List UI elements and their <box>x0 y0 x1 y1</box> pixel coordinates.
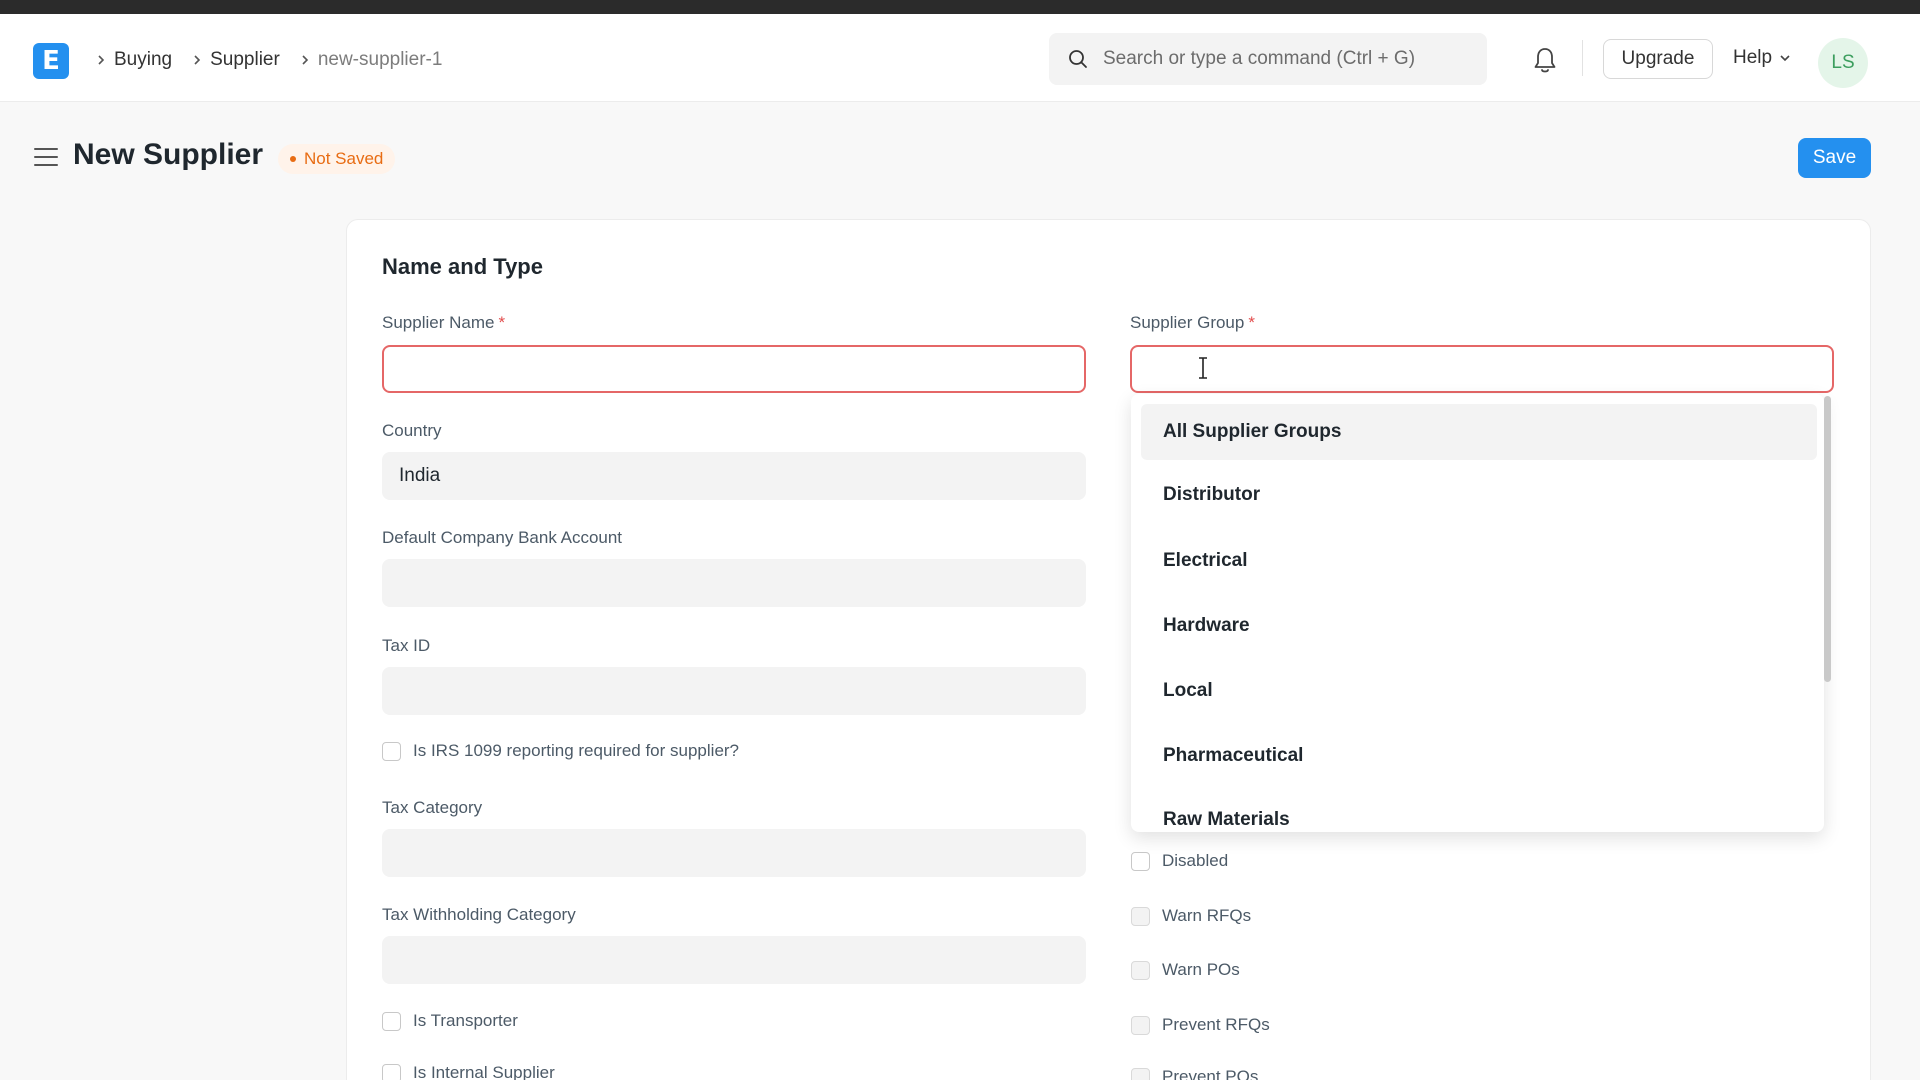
supplier-name-label: Supplier Name * <box>382 313 505 333</box>
prevent-rfqs-checkbox-row[interactable]: Prevent RFQs <box>1131 1015 1270 1035</box>
disabled-checkbox-row[interactable]: Disabled <box>1131 851 1228 871</box>
navbar: E Buying Supplier new-supplier-1 Search … <box>0 14 1920 102</box>
required-marker: * <box>498 313 506 332</box>
breadcrumb-buying[interactable]: Buying <box>114 49 172 71</box>
status-text: Not Saved <box>304 149 384 168</box>
tax-withholding-category-field[interactable] <box>382 936 1086 984</box>
tax-category-field[interactable] <box>382 829 1086 877</box>
help-menu[interactable]: Help <box>1733 47 1792 69</box>
prevent-rfqs-checkbox[interactable] <box>1131 1015 1150 1035</box>
menu-icon[interactable] <box>33 146 59 168</box>
dropdown-option[interactable]: Electrical <box>1141 533 1817 589</box>
dropdown-option[interactable]: Raw Materials <box>1141 792 1817 832</box>
text-cursor-icon <box>1199 357 1207 379</box>
help-label: Help <box>1733 47 1773 68</box>
is-internal-supplier-label: Is Internal Supplier <box>413 1063 555 1080</box>
tax-withholding-category-label: Tax Withholding Category <box>382 905 576 924</box>
page-title: New Supplier <box>73 138 264 171</box>
prevent-pos-label: Prevent POs <box>1162 1067 1259 1080</box>
prevent-pos-checkbox[interactable] <box>1131 1067 1150 1080</box>
warn-pos-checkbox[interactable] <box>1131 960 1150 980</box>
is-internal-supplier-checkbox[interactable] <box>382 1063 401 1080</box>
supplier-group-label-text: Supplier Group <box>1130 313 1245 332</box>
supplier-name-label-text: Supplier Name <box>382 313 495 332</box>
search-input[interactable]: Search or type a command (Ctrl + G) <box>1049 33 1487 85</box>
search-icon <box>1069 50 1087 68</box>
window-top-strip <box>0 0 1920 14</box>
prevent-pos-checkbox-row[interactable]: Prevent POs <box>1131 1067 1258 1080</box>
tax-id-field[interactable] <box>382 667 1086 715</box>
irs-1099-checkbox-row[interactable]: Is IRS 1099 reporting required for suppl… <box>382 741 739 761</box>
supplier-group-dropdown: All Supplier Groups Distributor Electric… <box>1131 394 1824 832</box>
supplier-name-field[interactable] <box>382 345 1086 393</box>
save-button[interactable]: Save <box>1798 138 1871 178</box>
chevron-down-icon <box>1780 55 1790 62</box>
disabled-checkbox[interactable] <box>1131 851 1150 871</box>
upgrade-button[interactable]: Upgrade <box>1603 39 1713 79</box>
chevron-right-icon <box>88 54 114 66</box>
bell-icon[interactable] <box>1531 45 1559 75</box>
warn-rfqs-checkbox[interactable] <box>1131 906 1150 926</box>
disabled-label: Disabled <box>1162 851 1229 870</box>
status-dot <box>290 156 296 162</box>
supplier-group-label: Supplier Group * <box>1130 313 1255 333</box>
tax-id-label: Tax ID <box>382 636 431 655</box>
avatar[interactable]: LS <box>1818 38 1868 88</box>
warn-rfqs-label: Warn RFQs <box>1162 906 1252 925</box>
irs-1099-label: Is IRS 1099 reporting required for suppl… <box>413 741 740 760</box>
section-title: Name and Type <box>382 254 543 279</box>
dropdown-scrollbar[interactable] <box>1824 396 1831 682</box>
warn-pos-label: Warn POs <box>1162 960 1240 979</box>
prevent-rfqs-label: Prevent RFQs <box>1162 1015 1270 1034</box>
tax-category-label: Tax Category <box>382 798 483 817</box>
breadcrumb-supplier[interactable]: Supplier <box>210 49 280 71</box>
dropdown-option[interactable]: Pharmaceutical <box>1141 728 1817 784</box>
default-bank-account-field[interactable] <box>382 559 1086 607</box>
is-transporter-checkbox[interactable] <box>382 1011 401 1031</box>
required-marker: * <box>1248 313 1255 332</box>
is-transporter-checkbox-row[interactable]: Is Transporter <box>382 1011 518 1031</box>
is-transporter-label: Is Transporter <box>413 1011 518 1030</box>
dropdown-option[interactable]: All Supplier Groups <box>1141 404 1817 460</box>
status-badge: Not Saved <box>278 144 396 174</box>
dropdown-option[interactable]: Local <box>1141 663 1817 719</box>
warn-rfqs-checkbox-row[interactable]: Warn RFQs <box>1131 906 1251 926</box>
country-field[interactable]: India <box>382 452 1086 500</box>
country-label: Country <box>382 421 442 440</box>
nav-divider <box>1582 40 1583 76</box>
irs-1099-checkbox[interactable] <box>382 741 401 761</box>
chevron-right-icon <box>184 54 210 66</box>
default-bank-account-label: Default Company Bank Account <box>382 528 623 547</box>
app-logo[interactable]: E <box>33 43 69 79</box>
warn-pos-checkbox-row[interactable]: Warn POs <box>1131 960 1240 980</box>
dropdown-option[interactable]: Distributor <box>1141 467 1817 523</box>
dropdown-option[interactable]: Hardware <box>1141 598 1817 654</box>
supplier-group-field[interactable] <box>1130 345 1834 393</box>
chevron-right-icon <box>292 54 318 66</box>
search-placeholder: Search or type a command (Ctrl + G) <box>1103 48 1416 69</box>
is-internal-supplier-checkbox-row[interactable]: Is Internal Supplier <box>382 1063 555 1080</box>
breadcrumb: Buying Supplier new-supplier-1 <box>88 45 454 75</box>
breadcrumb-current[interactable]: new-supplier-1 <box>318 49 443 71</box>
